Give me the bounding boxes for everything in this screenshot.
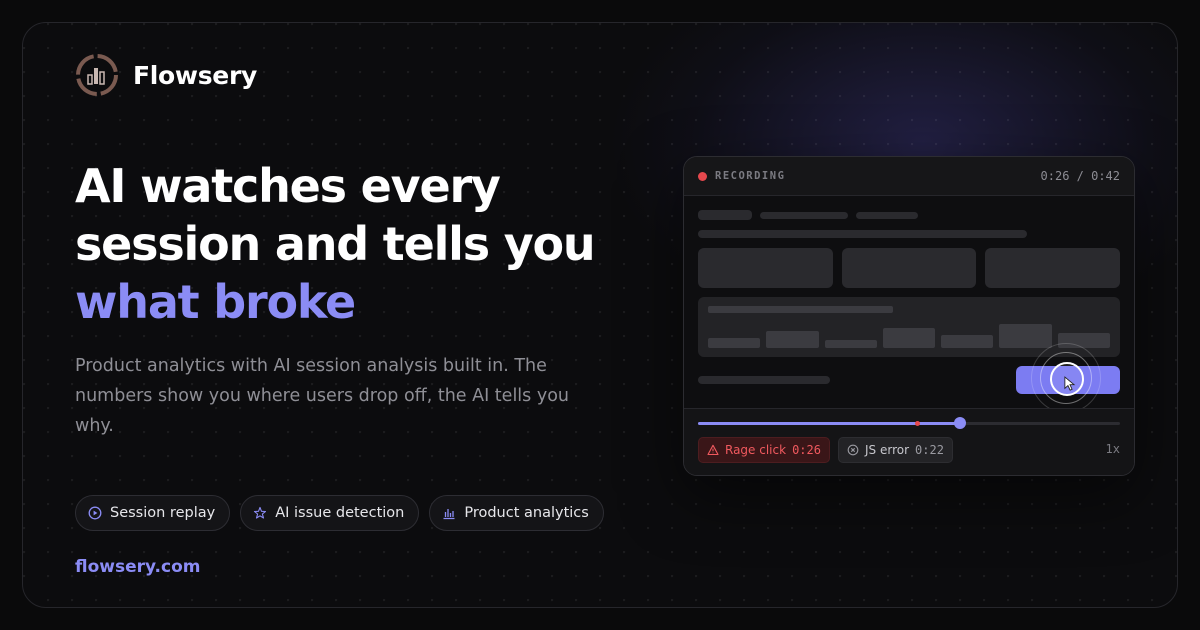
event-label: JS error: [865, 443, 910, 457]
skeleton-bar: [883, 328, 935, 348]
event-time: 0:26: [792, 443, 821, 457]
x-circle-icon: [847, 444, 859, 456]
skeleton-chart-title: [708, 306, 893, 313]
headline-line-1: AI watches every: [75, 159, 501, 213]
scrub-handle[interactable]: [953, 417, 966, 429]
recording-dot-icon: [698, 171, 707, 181]
event-label: Rage click: [725, 443, 787, 457]
player-controls: Rage click 0:26 JS error 0:22 1x: [684, 408, 1134, 475]
skeleton-title: [698, 230, 1027, 238]
skeleton-bar: [941, 335, 993, 348]
mouse-cursor-icon: [1064, 376, 1076, 391]
chip-label: Session replay: [110, 505, 216, 521]
scrub-progress: [698, 422, 960, 425]
scrub-bar[interactable]: [698, 417, 1120, 429]
event-marker[interactable]: [915, 421, 921, 426]
warning-triangle-icon: [707, 444, 719, 456]
event-js-error[interactable]: JS error 0:22: [838, 437, 953, 463]
session-replay-player: RECORDING 0:26 / 0:42 Rage click 0:26 JS…: [683, 156, 1135, 476]
skeleton-footer-text: [698, 376, 830, 384]
skeleton-bar: [999, 324, 1052, 348]
headline-line-2: session and tells you: [75, 217, 596, 271]
skeleton-bar: [825, 340, 877, 348]
player-header: RECORDING 0:26 / 0:42: [684, 157, 1134, 196]
playback-speed[interactable]: 1x: [1106, 442, 1120, 456]
brand[interactable]: Flowsery: [75, 53, 257, 97]
subheadline: Product analytics with AI session analys…: [75, 356, 569, 436]
headline: AI watches every session and tells you w…: [75, 157, 635, 331]
feature-chips: Session replay AI issue detection Produc…: [75, 495, 604, 531]
replay-viewport[interactable]: [684, 196, 1134, 413]
bar-chart-icon: [443, 509, 455, 520]
flowsery-logo-icon: [76, 54, 118, 96]
chip-label: AI issue detection: [275, 505, 405, 521]
event-time: 0:22: [915, 443, 944, 457]
skeleton-card: [698, 248, 833, 288]
playback-time: 0:26 / 0:42: [1040, 169, 1120, 183]
skeleton-nav: [698, 210, 752, 220]
skeleton-card: [985, 248, 1120, 288]
chip-label: Product analytics: [464, 505, 589, 521]
skeleton-nav: [856, 212, 918, 219]
skeleton-nav: [760, 212, 848, 219]
recording-status: RECORDING: [715, 170, 786, 182]
og-card: Flowsery AI watches every session and te…: [22, 22, 1178, 608]
event-rage-click[interactable]: Rage click 0:26: [698, 437, 830, 463]
skeleton-card: [842, 248, 976, 288]
skeleton-bar: [766, 331, 819, 348]
headline-accent: what broke: [75, 275, 356, 329]
skeleton-bar: [708, 338, 760, 348]
sparkle-star-icon: [254, 506, 267, 519]
chip-product-analytics[interactable]: Product analytics: [429, 495, 604, 531]
brand-name: Flowsery: [133, 60, 257, 90]
chip-ai-issue-detection[interactable]: AI issue detection: [240, 495, 420, 531]
website-link[interactable]: flowsery.com: [75, 557, 200, 577]
chip-session-replay[interactable]: Session replay: [75, 495, 231, 531]
play-circle-icon: [88, 506, 102, 520]
